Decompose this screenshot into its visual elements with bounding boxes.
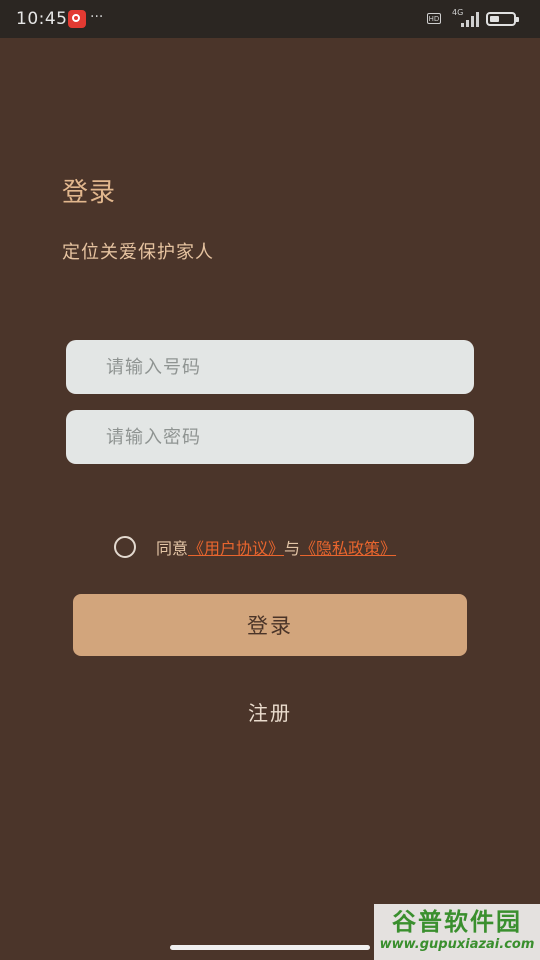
agree-radio-button[interactable] bbox=[114, 536, 136, 558]
status-bar: 10:45 ··· HD 4G bbox=[0, 0, 540, 38]
watermark-url: www.gupuxiazai.com bbox=[379, 937, 535, 952]
home-indicator[interactable] bbox=[170, 945, 370, 950]
privacy-policy-link[interactable]: 《隐私政策》 bbox=[300, 535, 396, 559]
agreement-row: 同意 《用户协议》 与 《隐私政策》 bbox=[114, 536, 396, 558]
password-input[interactable] bbox=[66, 410, 474, 464]
page-subtitle: 定位关爱保护家人 bbox=[62, 242, 214, 263]
watermark-name: 谷普软件园 bbox=[392, 908, 522, 936]
signal-icon bbox=[461, 11, 479, 27]
phone-input[interactable] bbox=[66, 340, 474, 394]
status-time: 10:45 bbox=[16, 9, 68, 29]
page-title: 登录 bbox=[62, 178, 117, 208]
more-notifications-icon: ··· bbox=[90, 9, 104, 25]
site-watermark: 谷普软件园 www.gupuxiazai.com bbox=[374, 904, 540, 960]
register-link[interactable]: 注册 bbox=[0, 697, 540, 726]
netease-music-icon bbox=[68, 10, 86, 28]
login-button[interactable]: 登录 bbox=[73, 594, 467, 656]
user-agreement-link[interactable]: 《用户协议》 bbox=[188, 535, 284, 559]
login-screen: 10:45 ··· HD 4G 登录 定位关爱保护家人 同意 《用户协议》 与 … bbox=[0, 0, 540, 960]
battery-icon bbox=[486, 12, 519, 26]
agree-conjunction: 与 bbox=[284, 539, 301, 558]
agree-prefix: 同意 bbox=[156, 539, 189, 558]
hd-icon: HD bbox=[427, 13, 441, 24]
